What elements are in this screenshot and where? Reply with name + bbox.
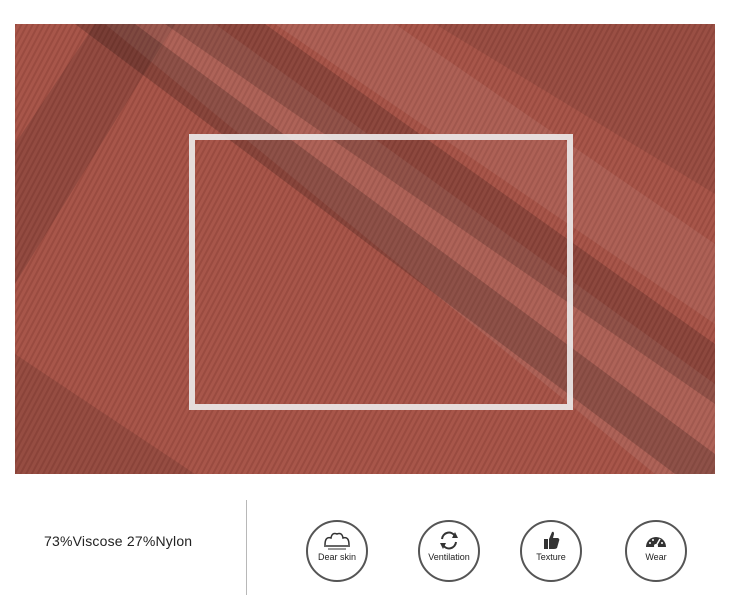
material-composition: 73%Viscose 27%Nylon bbox=[44, 533, 193, 549]
feature-label: Ventilation bbox=[428, 552, 470, 562]
feature-texture: Texture bbox=[520, 520, 582, 582]
fabric-photo bbox=[15, 24, 715, 474]
feature-ventilation: Ventilation bbox=[418, 520, 480, 582]
feature-label: Texture bbox=[536, 552, 566, 562]
zoom-frame bbox=[189, 134, 573, 410]
gauge-icon bbox=[627, 530, 685, 550]
divider bbox=[246, 500, 247, 595]
feature-dear-skin: Dear skin bbox=[306, 520, 368, 582]
feature-label: Dear skin bbox=[317, 552, 356, 562]
feature-wear: Wear bbox=[625, 520, 687, 582]
dear-skin-icon bbox=[308, 530, 366, 550]
thumbs-up-icon bbox=[522, 530, 580, 550]
ventilation-icon bbox=[420, 530, 478, 550]
feature-label: Wear bbox=[645, 552, 667, 562]
